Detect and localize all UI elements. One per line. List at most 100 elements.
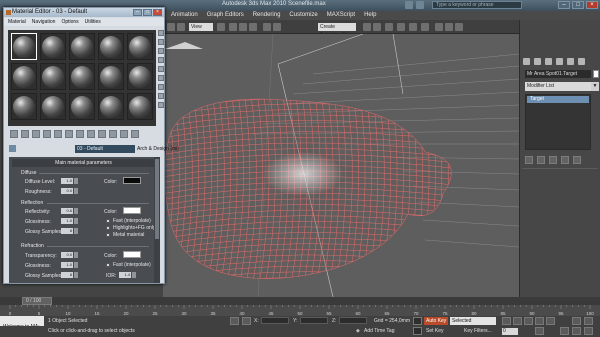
medit-menu-navigation[interactable]: Navigation xyxy=(32,18,56,26)
spinner-arrows-icon[interactable] xyxy=(74,178,78,184)
pan-icon[interactable] xyxy=(560,327,569,335)
reflection-color-swatch[interactable] xyxy=(123,207,141,214)
display-tab-icon[interactable] xyxy=(567,58,574,65)
rotate-icon[interactable] xyxy=(239,23,247,31)
zoom-all-icon[interactable] xyxy=(584,317,593,325)
select-by-material-icon[interactable] xyxy=(158,93,164,99)
motion-tab-icon[interactable] xyxy=(556,58,563,65)
medit-maximize-button[interactable]: □ xyxy=(143,9,152,16)
trackbar[interactable]: 0 5 10 15 20 25 30 35 40 45 50 55 60 65 70 75 80 85 90 95 10… xyxy=(0,305,600,316)
highlights-fg-checkbox[interactable] xyxy=(106,226,110,230)
object-name-field[interactable]: Mr Area Spot01.Target xyxy=(525,70,591,78)
search-input[interactable]: Type a keyword or phrase xyxy=(432,1,522,9)
medit-close-button[interactable]: × xyxy=(153,9,162,16)
medit-menu-utilities[interactable]: Utilities xyxy=(85,18,101,26)
put-to-library-icon[interactable] xyxy=(76,130,84,138)
utilities-tab-icon[interactable] xyxy=(578,58,585,65)
orbit-icon[interactable] xyxy=(572,327,581,335)
sample-slot[interactable] xyxy=(69,33,95,60)
reflection-glossiness-spinner[interactable]: 1.0 xyxy=(61,218,73,224)
backlight-icon[interactable] xyxy=(158,39,164,45)
sample-slot[interactable] xyxy=(40,33,66,60)
schematic-icon[interactable] xyxy=(409,23,417,31)
auto-key-button[interactable]: Auto Key xyxy=(424,317,449,325)
menu-customize[interactable]: Customize xyxy=(289,11,317,20)
configure-sets-icon[interactable] xyxy=(573,156,581,164)
spinner-arrows-icon[interactable] xyxy=(74,228,78,234)
options-icon[interactable] xyxy=(158,84,164,90)
hierarchy-tab-icon[interactable] xyxy=(545,58,552,65)
sample-slot[interactable] xyxy=(127,33,153,60)
rollout-title[interactable]: Main material parameters xyxy=(12,159,155,167)
medit-minimize-button[interactable]: – xyxy=(133,9,142,16)
modify-tab-icon[interactable] xyxy=(534,58,541,65)
background-icon[interactable] xyxy=(158,48,164,54)
reflection-samples-spinner[interactable]: 8 xyxy=(61,228,73,234)
material-map-navigator-icon[interactable] xyxy=(158,102,164,108)
sample-slot[interactable] xyxy=(98,93,124,120)
menu-animation[interactable]: Animation xyxy=(171,11,198,20)
angle-snap-icon[interactable] xyxy=(273,23,281,31)
refraction-glossiness-spinner[interactable]: 1.0 xyxy=(61,262,73,268)
transparency-spinner[interactable]: 0.0 xyxy=(61,252,73,258)
mirror-icon[interactable] xyxy=(363,23,371,31)
star-icon[interactable] xyxy=(416,1,424,9)
select-icon[interactable] xyxy=(167,23,175,31)
material-name-field[interactable]: 03 - Default xyxy=(75,145,135,153)
sample-slot[interactable] xyxy=(127,63,153,90)
modifier-stack[interactable]: Target xyxy=(525,94,591,150)
align-icon[interactable] xyxy=(373,23,381,31)
ior-spinner[interactable]: 1.4 xyxy=(119,272,131,278)
stack-item-target[interactable]: Target xyxy=(527,96,589,103)
menu-help[interactable]: Help xyxy=(364,11,376,20)
go-to-parent-icon[interactable] xyxy=(120,130,128,138)
time-configuration-icon[interactable] xyxy=(535,327,544,335)
spinner-arrows-icon[interactable] xyxy=(74,208,78,214)
pivot-icon[interactable] xyxy=(217,23,225,31)
refraction-fast-checkbox[interactable] xyxy=(106,263,110,267)
diffuse-color-swatch[interactable] xyxy=(123,177,141,184)
go-to-end-icon[interactable] xyxy=(546,317,555,325)
current-frame-field[interactable]: 0 xyxy=(502,328,518,335)
material-type-button[interactable]: Arch & Design (mi) xyxy=(137,145,179,153)
spinner-arrows-icon[interactable] xyxy=(74,262,78,268)
fast-interpolate-checkbox[interactable] xyxy=(106,219,110,223)
put-to-scene-icon[interactable] xyxy=(21,130,29,138)
maximize-viewport-icon[interactable] xyxy=(584,327,593,335)
next-frame-icon[interactable] xyxy=(535,317,544,325)
spinner-arrows-icon[interactable] xyxy=(74,188,78,194)
x-coordinate-field[interactable] xyxy=(261,317,289,324)
sample-slot[interactable] xyxy=(11,63,37,90)
absolute-mode-icon[interactable] xyxy=(242,317,251,325)
spinner-arrows-icon[interactable] xyxy=(74,252,78,258)
key-filters-button[interactable]: Key Filters... xyxy=(464,326,492,336)
set-key-button[interactable]: Set Key xyxy=(426,326,444,336)
make-unique-material-icon[interactable] xyxy=(65,130,73,138)
copy-material-icon[interactable] xyxy=(54,130,62,138)
go-forward-sibling-icon[interactable] xyxy=(131,130,139,138)
material-editor-title-bar[interactable]: Material Editor - 03 - Default – □ × xyxy=(4,8,164,17)
z-coordinate-field[interactable] xyxy=(339,317,367,324)
zoom-icon[interactable] xyxy=(572,317,581,325)
make-preview-icon[interactable] xyxy=(158,75,164,81)
make-unique-icon[interactable] xyxy=(549,156,557,164)
video-check-icon[interactable] xyxy=(158,66,164,72)
curve-editor-icon[interactable] xyxy=(397,23,405,31)
refraction-samples-spinner[interactable]: 8 xyxy=(61,272,73,278)
sample-slot[interactable] xyxy=(69,93,95,120)
play-icon[interactable] xyxy=(524,317,533,325)
reference-coord-dropdown[interactable]: View xyxy=(189,23,213,31)
select-by-name-icon[interactable] xyxy=(177,23,185,31)
modifier-list-dropdown[interactable]: Modifier List xyxy=(525,82,591,91)
scrollbar-thumb[interactable] xyxy=(155,159,159,239)
sample-slot[interactable] xyxy=(98,33,124,60)
chevron-down-icon[interactable]: ▼ xyxy=(591,82,599,91)
spinner-arrows-icon[interactable] xyxy=(74,218,78,224)
maximize-button[interactable]: □ xyxy=(572,1,584,9)
go-to-start-icon[interactable] xyxy=(502,317,511,325)
minimize-button[interactable]: – xyxy=(558,1,570,9)
medit-menu-options[interactable]: Options xyxy=(61,18,78,26)
show-end-result-icon[interactable] xyxy=(537,156,545,164)
set-key-icon[interactable] xyxy=(413,327,422,335)
reset-map-icon[interactable] xyxy=(43,130,51,138)
